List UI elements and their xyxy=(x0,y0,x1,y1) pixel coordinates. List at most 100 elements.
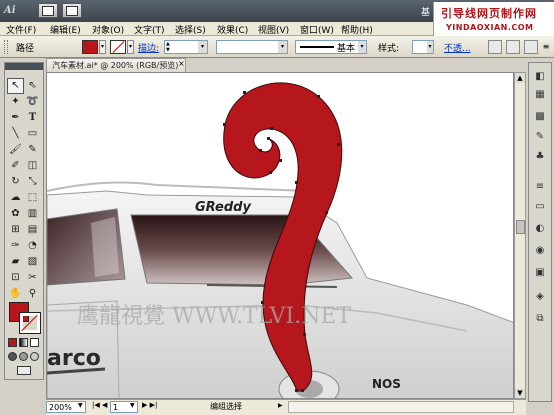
blob-brush-tool-icon[interactable]: ✐ xyxy=(7,158,24,174)
layers-panel-icon[interactable]: ◈ xyxy=(532,290,548,304)
brush-name-label: 基本 xyxy=(337,44,356,54)
transparency-panel-icon[interactable]: ◐ xyxy=(532,222,548,236)
rotate-tool-icon[interactable]: ↻ xyxy=(7,174,24,190)
menu-edit[interactable]: 编辑(E) xyxy=(50,23,81,36)
fill-dropdown-arrow[interactable]: ▾ xyxy=(99,40,106,54)
menu-effect[interactable]: 效果(C) xyxy=(217,23,248,36)
magic-wand-tool-icon[interactable]: ✦ xyxy=(7,94,24,110)
draw-normal-button[interactable] xyxy=(8,352,17,361)
swatches-panel-icon[interactable]: ▩ xyxy=(532,110,548,124)
symbol-sprayer-tool-icon[interactable]: ✿ xyxy=(7,206,24,222)
menu-object[interactable]: 对象(O) xyxy=(92,23,124,36)
eraser-tool-icon[interactable]: ◫ xyxy=(24,158,41,174)
color-mode-button[interactable] xyxy=(8,338,17,347)
windshield-banner-text: GReddy xyxy=(195,200,251,215)
menu-file[interactable]: 文件(F) xyxy=(6,23,36,36)
selection-tool-icon[interactable]: ↖ xyxy=(7,78,24,94)
car-artwork: GReddy arco NOS 鹰龍視覺 WWW.TLVI.NET xyxy=(47,82,513,398)
gradient-panel-icon[interactable]: ▭ xyxy=(532,200,548,214)
direct-selection-tool-icon[interactable]: ⇖ xyxy=(24,78,41,94)
stroke-panel-link[interactable]: 描边: xyxy=(138,41,159,54)
opacity-panel-link[interactable]: 不透... xyxy=(444,41,471,54)
color-panel-icon[interactable]: ◧ xyxy=(532,70,548,84)
symbols-panel-icon[interactable]: ♣ xyxy=(532,150,548,164)
draw-behind-button[interactable] xyxy=(19,352,28,361)
stroke-box[interactable] xyxy=(19,312,41,334)
artboard-tool-icon[interactable]: ⊡ xyxy=(7,270,24,286)
style-label: 样式: xyxy=(378,44,400,54)
lasso-tool-icon[interactable]: ➰ xyxy=(24,94,41,110)
rectangle-tool-icon[interactable]: ▭ xyxy=(24,126,41,142)
menu-window[interactable]: 窗口(W) xyxy=(300,23,334,36)
horizontal-scrollbar[interactable] xyxy=(288,401,514,413)
artboards-panel-icon[interactable]: ⧉ xyxy=(532,312,548,326)
status-menu-arrow-icon[interactable]: ▶ xyxy=(278,402,283,409)
style-dropdown[interactable]: ▾ xyxy=(427,41,433,53)
align-panel-icon[interactable] xyxy=(506,40,520,54)
tools-panel-header[interactable] xyxy=(5,63,43,70)
side-decal-text: arco xyxy=(47,346,101,371)
menu-type[interactable]: 文字(T) xyxy=(134,23,165,36)
site-watermark-url: YINDAOXIAN.COM xyxy=(446,23,534,32)
stroke-color-swatch[interactable] xyxy=(110,40,126,54)
none-mode-button[interactable] xyxy=(30,338,39,347)
workspace-label[interactable]: 基 xyxy=(421,5,430,18)
vertical-scrollbar[interactable] xyxy=(514,72,526,399)
stroke-weight-dropdown[interactable]: ▾ xyxy=(198,41,207,53)
go-to-bridge-button[interactable] xyxy=(38,3,58,18)
stroke-weight-stepper[interactable]: ▲ ▼ xyxy=(166,41,172,53)
artboard-canvas[interactable]: GReddy arco NOS 鹰龍視覺 WWW.TLVI.NET xyxy=(46,72,514,399)
color-guide-icon[interactable]: ▦ xyxy=(532,88,548,102)
brush-dropdown[interactable]: ▾ xyxy=(358,41,366,53)
scale-tool-icon[interactable]: ⤡ xyxy=(24,174,41,190)
screen-mode-button[interactable] xyxy=(17,366,31,375)
artboard-dropdown-icon[interactable]: ▼ xyxy=(130,402,135,409)
variable-width-dropdown[interactable]: ▾ xyxy=(278,41,287,53)
hand-tool-icon[interactable]: ✋ xyxy=(7,286,24,302)
scroll-down-arrow-icon[interactable]: ▼ xyxy=(515,388,525,398)
arrange-documents-button[interactable] xyxy=(62,3,82,18)
app-logo: Ai xyxy=(4,5,16,16)
draw-inside-button[interactable] xyxy=(30,352,39,361)
pencil-tool-icon[interactable]: ✎ xyxy=(24,142,41,158)
free-transform-tool-icon[interactable]: ⬚ xyxy=(24,190,41,206)
selection-type-label: 路径 xyxy=(16,44,35,54)
menu-select[interactable]: 选择(S) xyxy=(175,23,206,36)
brush-stroke-preview xyxy=(300,46,334,48)
site-watermark-title: 引导线网页制作网 xyxy=(441,7,537,20)
gradient-tool-icon[interactable]: ▤ xyxy=(24,222,41,238)
gradient-mode-button[interactable] xyxy=(19,338,28,347)
stroke-panel-icon[interactable]: ≡ xyxy=(532,180,548,194)
previous-artboard-button[interactable]: |◀ ◀ xyxy=(92,401,107,409)
graphic-styles-icon[interactable]: ▣ xyxy=(532,266,548,280)
appearance-panel-icon[interactable]: ◉ xyxy=(532,244,548,258)
transform-panel-icon[interactable] xyxy=(524,40,538,54)
line-tool-icon[interactable]: ╲ xyxy=(7,126,24,142)
close-icon[interactable]: × xyxy=(178,59,185,68)
paintbrush-tool-icon[interactable]: 🖌 xyxy=(7,142,24,158)
control-panel-menu-icon[interactable]: ≡ xyxy=(540,40,552,54)
stroke-dropdown-arrow[interactable]: ▾ xyxy=(127,40,134,54)
zoom-tool-icon[interactable]: ⚲ xyxy=(24,286,41,302)
vertical-scroll-thumb[interactable] xyxy=(516,220,525,234)
eyedropper-tool-icon[interactable]: ✑ xyxy=(7,238,24,254)
scroll-up-arrow-icon[interactable]: ▲ xyxy=(515,73,525,83)
blend-tool-icon[interactable]: ◔ xyxy=(24,238,41,254)
next-artboard-button[interactable]: ▶ ▶| xyxy=(142,401,157,409)
warp-tool-icon[interactable]: ☁ xyxy=(7,190,24,206)
brushes-panel-icon[interactable]: ✎ xyxy=(532,130,548,144)
live-paint-tool-icon[interactable]: ▰ xyxy=(7,254,24,270)
column-graph-tool-icon[interactable]: ▥ xyxy=(24,206,41,222)
menu-view[interactable]: 视图(V) xyxy=(258,23,289,36)
current-tool-status[interactable]: 编组选择 xyxy=(210,401,242,412)
menu-help[interactable]: 帮助(H) xyxy=(341,23,373,36)
fill-color-swatch[interactable] xyxy=(82,40,98,54)
pen-tool-icon[interactable]: ✒ xyxy=(7,110,24,126)
mesh-tool-icon[interactable]: ⊞ xyxy=(7,222,24,238)
zoom-dropdown-icon[interactable]: ▼ xyxy=(78,402,83,409)
recolor-artwork-icon[interactable] xyxy=(488,40,502,54)
type-tool-icon[interactable]: T xyxy=(24,110,41,126)
control-bar-grip[interactable] xyxy=(4,40,8,54)
live-paint-select-tool-icon[interactable]: ▧ xyxy=(24,254,41,270)
slice-tool-icon[interactable]: ✂ xyxy=(24,270,41,286)
